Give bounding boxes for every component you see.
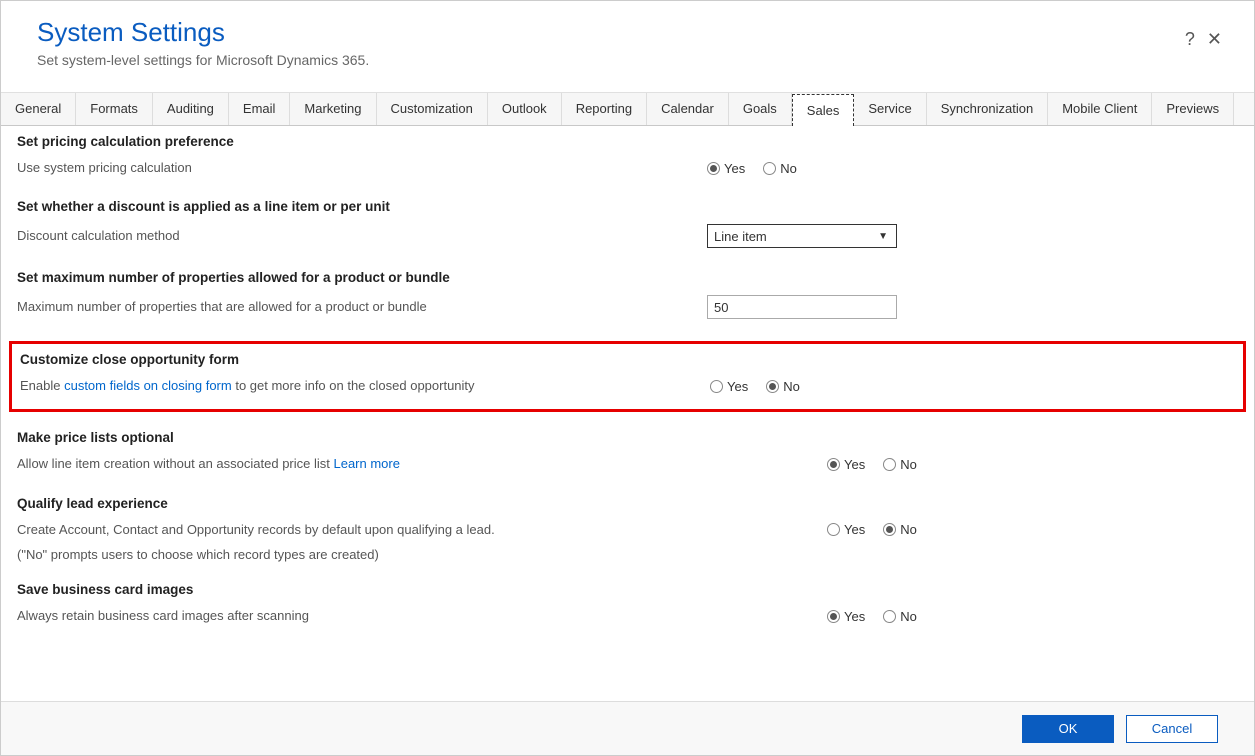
radio-icon — [710, 380, 723, 393]
section-title: Customize close opportunity form — [20, 352, 1235, 367]
page-title: System Settings — [37, 17, 1222, 48]
setting-label: Use system pricing calculation — [17, 159, 707, 177]
tab-bar: GeneralFormatsAuditingEmailMarketingCust… — [1, 93, 1254, 126]
setting-label: Always retain business card images after… — [17, 607, 827, 625]
section-title: Qualify lead experience — [17, 496, 1238, 511]
tab-formats[interactable]: Formats — [76, 93, 153, 125]
section-business-card: Save business card images Always retain … — [17, 582, 1238, 629]
max-properties-input[interactable] — [707, 295, 897, 319]
section-close-opportunity: Customize close opportunity form Enable … — [20, 352, 1235, 399]
close-icon[interactable]: ✕ — [1207, 29, 1222, 50]
radio-yes[interactable]: Yes — [827, 522, 865, 537]
help-icon[interactable]: ? — [1185, 29, 1195, 50]
cancel-button[interactable]: Cancel — [1126, 715, 1218, 743]
tab-goals[interactable]: Goals — [729, 93, 792, 125]
setting-label: Enable custom fields on closing form to … — [20, 377, 710, 395]
radio-icon — [883, 610, 896, 623]
setting-label: Create Account, Contact and Opportunity … — [17, 521, 827, 539]
section-price-lists: Make price lists optional Allow line ite… — [17, 430, 1238, 477]
settings-content: Set pricing calculation preference Use s… — [1, 126, 1254, 651]
tab-reporting[interactable]: Reporting — [562, 93, 647, 125]
custom-fields-link[interactable]: custom fields on closing form — [64, 378, 232, 393]
tab-synchronization[interactable]: Synchronization — [927, 93, 1049, 125]
radio-icon — [827, 610, 840, 623]
radio-icon — [763, 162, 776, 175]
tab-previews[interactable]: Previews — [1152, 93, 1234, 125]
section-title: Save business card images — [17, 582, 1238, 597]
tab-customization[interactable]: Customization — [377, 93, 488, 125]
ok-button[interactable]: OK — [1022, 715, 1114, 743]
radio-icon — [883, 458, 896, 471]
radio-icon — [766, 380, 779, 393]
tab-outlook[interactable]: Outlook — [488, 93, 562, 125]
radio-yes[interactable]: Yes — [710, 379, 748, 394]
setting-sublabel: ("No" prompts users to choose which reco… — [17, 545, 707, 565]
section-discount: Set whether a discount is applied as a l… — [17, 199, 1238, 252]
setting-label: Maximum number of properties that are al… — [17, 298, 707, 316]
tab-service[interactable]: Service — [854, 93, 926, 125]
dialog-header: System Settings Set system-level setting… — [1, 1, 1254, 93]
setting-label: Discount calculation method — [17, 227, 707, 245]
section-title: Make price lists optional — [17, 430, 1238, 445]
tab-mobile-client[interactable]: Mobile Client — [1048, 93, 1152, 125]
tab-sales[interactable]: Sales — [792, 94, 855, 126]
section-pricing: Set pricing calculation preference Use s… — [17, 134, 1238, 181]
tab-auditing[interactable]: Auditing — [153, 93, 229, 125]
radio-icon — [827, 458, 840, 471]
radio-icon — [707, 162, 720, 175]
radio-yes[interactable]: Yes — [707, 161, 745, 176]
page-subtitle: Set system-level settings for Microsoft … — [37, 52, 1222, 68]
section-title: Set whether a discount is applied as a l… — [17, 199, 1238, 214]
section-max-properties: Set maximum number of properties allowed… — [17, 270, 1238, 323]
section-title: Set pricing calculation preference — [17, 134, 1238, 149]
tab-email[interactable]: Email — [229, 93, 291, 125]
tab-marketing[interactable]: Marketing — [290, 93, 376, 125]
radio-yes[interactable]: Yes — [827, 457, 865, 472]
radio-icon — [827, 523, 840, 536]
radio-no[interactable]: No — [766, 379, 800, 394]
setting-label: Allow line item creation without an asso… — [17, 455, 827, 473]
tab-general[interactable]: General — [1, 93, 76, 125]
radio-icon — [883, 523, 896, 536]
radio-yes[interactable]: Yes — [827, 609, 865, 624]
section-qualify-lead: Qualify lead experience Create Account, … — [17, 496, 1238, 565]
tab-calendar[interactable]: Calendar — [647, 93, 729, 125]
radio-no[interactable]: No — [883, 457, 917, 472]
highlighted-section: Customize close opportunity form Enable … — [9, 341, 1246, 412]
radio-no[interactable]: No — [763, 161, 797, 176]
radio-no[interactable]: No — [883, 522, 917, 537]
radio-no[interactable]: No — [883, 609, 917, 624]
discount-method-select[interactable]: Line item — [707, 224, 897, 248]
dialog-footer: OK Cancel — [1, 701, 1254, 755]
learn-more-link[interactable]: Learn more — [333, 456, 399, 471]
section-title: Set maximum number of properties allowed… — [17, 270, 1238, 285]
